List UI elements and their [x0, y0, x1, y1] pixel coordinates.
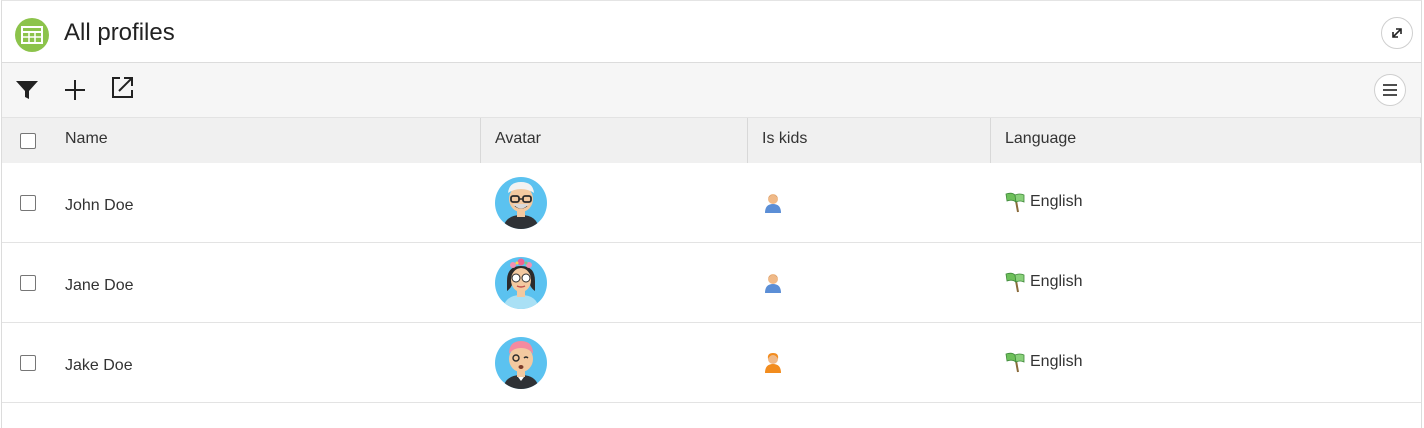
select-all-checkbox[interactable]: [20, 133, 36, 149]
row-checkbox[interactable]: [20, 195, 36, 211]
avatar-woman-flowers: [495, 257, 547, 309]
profile-name: John Doe: [65, 197, 134, 214]
panel-header: All profiles: [2, 1, 1421, 63]
filter-icon: [16, 81, 38, 99]
language-label: English: [1030, 273, 1083, 290]
toolbar: [2, 63, 1421, 118]
export-button[interactable]: [109, 73, 137, 101]
table-row[interactable]: Jane Doe English: [2, 243, 1421, 323]
column-header-language[interactable]: Language: [1005, 118, 1076, 163]
filter-button[interactable]: [13, 76, 41, 104]
add-button[interactable]: [61, 76, 89, 104]
table-row[interactable]: John Doe English: [2, 163, 1421, 243]
language-label: English: [1030, 193, 1083, 210]
table-row[interactable]: Jake Doe English: [2, 323, 1421, 403]
avatar-boy-pink-hair: [495, 337, 547, 389]
profile-name: Jake Doe: [65, 357, 133, 374]
table-header: Name Avatar Is kids Language: [2, 118, 1421, 163]
table-menu-button[interactable]: [1374, 74, 1406, 106]
row-checkbox[interactable]: [20, 275, 36, 291]
expand-button[interactable]: [1381, 17, 1413, 49]
profile-name: Jane Doe: [65, 277, 134, 294]
hamburger-menu-icon: [1383, 84, 1397, 96]
flag-icon: [1005, 192, 1025, 213]
column-resizer[interactable]: [1420, 118, 1421, 163]
column-header-avatar[interactable]: Avatar: [495, 118, 541, 163]
table-grid-icon: [15, 18, 49, 52]
profiles-panel: All profiles Name Avatar Is kids Languag…: [1, 0, 1422, 428]
kid-icon: [765, 353, 781, 373]
column-header-name[interactable]: Name: [65, 118, 108, 163]
row-checkbox[interactable]: [20, 355, 36, 371]
flag-icon: [1005, 352, 1025, 373]
column-resizer[interactable]: [990, 118, 991, 163]
column-resizer[interactable]: [480, 118, 481, 163]
plus-icon: [65, 80, 85, 100]
language-cell: English: [1004, 351, 1082, 373]
language-cell: English: [1004, 191, 1082, 213]
adult-icon: [765, 194, 781, 213]
export-icon: [112, 77, 133, 98]
avatar-man-glasses: [495, 177, 547, 229]
column-header-is-kids[interactable]: Is kids: [762, 118, 807, 163]
language-label: English: [1030, 353, 1083, 370]
page-title: All profiles: [64, 19, 175, 46]
column-resizer[interactable]: [747, 118, 748, 163]
expand-arrow-icon: [1392, 28, 1402, 38]
adult-icon: [765, 274, 781, 293]
language-cell: English: [1004, 271, 1082, 293]
flag-icon: [1005, 272, 1025, 293]
